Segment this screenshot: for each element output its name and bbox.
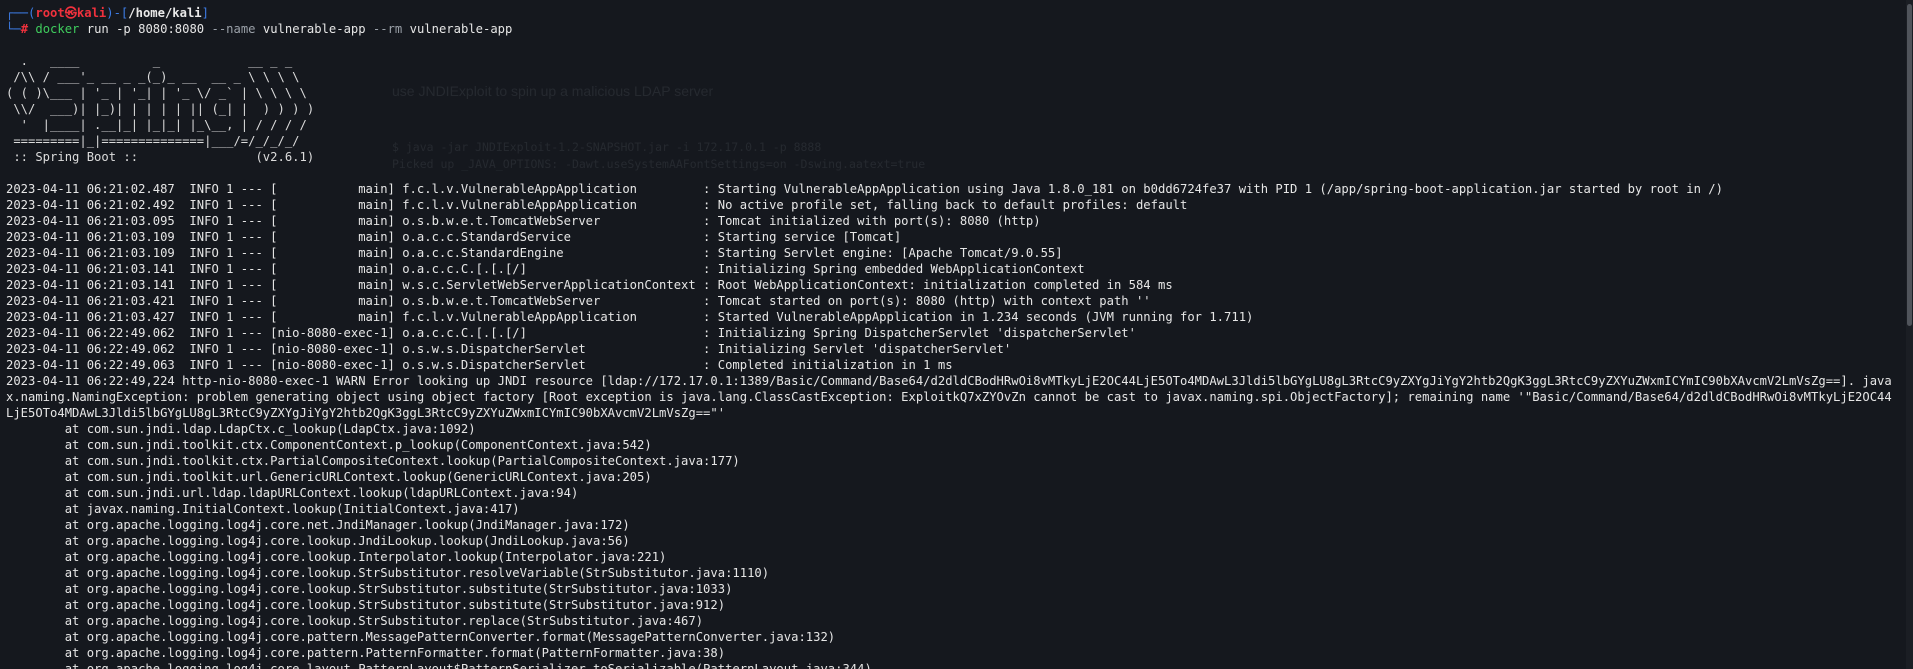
stack-trace-line: at org.apache.logging.log4j.core.layout.… (6, 662, 872, 669)
prompt-path: /home/kali (128, 6, 202, 20)
stack-trace-line: at com.sun.jndi.toolkit.ctx.ComponentCon… (6, 438, 652, 452)
banner-line: =========|_|==============|___/=/_/_/_/ (6, 134, 300, 148)
stack-trace-line: at javax.naming.InitialContext.lookup(In… (6, 502, 520, 516)
stack-trace-line: at org.apache.logging.log4j.core.pattern… (6, 646, 726, 660)
stack-trace-line: at org.apache.logging.log4j.core.lookup.… (6, 550, 667, 564)
banner-line: ' |____| .__|_| |_|_| |_\__, | / / / / (6, 118, 307, 132)
scrollbar-track[interactable] (1906, 0, 1913, 669)
banner-line: . ____ _ __ _ _ (6, 54, 293, 68)
log-line: 2023-04-11 06:22:49.062 INFO 1 --- [nio-… (6, 342, 1012, 356)
log-line: 2023-04-11 06:21:03.421 INFO 1 --- [ mai… (6, 294, 1151, 308)
log-output: 2023-04-11 06:21:02.487 INFO 1 --- [ mai… (6, 181, 1896, 373)
stack-trace-line: at org.apache.logging.log4j.core.lookup.… (6, 582, 733, 596)
banner-line: \\/ ___)| |_)| | | | | || (_| | ) ) ) ) (6, 102, 315, 116)
stack-trace-line: at org.apache.logging.log4j.core.lookup.… (6, 614, 704, 628)
stack-trace-line: at org.apache.logging.log4j.core.lookup.… (6, 534, 630, 548)
log-line: 2023-04-11 06:22:49.062 INFO 1 --- [nio-… (6, 326, 1136, 340)
banner-line: ( ( )\___ | '_ | '_| | '_ \/ _` | \ \ \ … (6, 86, 307, 100)
log-line: 2023-04-11 06:21:03.141 INFO 1 --- [ mai… (6, 262, 1085, 276)
stack-trace: at com.sun.jndi.ldap.LdapCtx.c_lookup(Ld… (6, 421, 1896, 669)
prompt-hash: # (20, 22, 36, 36)
command-line[interactable]: └─# docker run -p 8080:8080 --name vulne… (6, 21, 1896, 37)
prompt-frame-mid: )-[ (106, 6, 129, 20)
terminal-window[interactable]: use JNDIExploit to spin up a malicious L… (0, 0, 1913, 669)
stack-trace-line: at org.apache.logging.log4j.core.lookup.… (6, 566, 770, 580)
stack-trace-line: at com.sun.jndi.toolkit.url.GenericURLCo… (6, 470, 652, 484)
log-line: 2023-04-11 06:21:03.427 INFO 1 --- [ mai… (6, 310, 1254, 324)
log-line: 2023-04-11 06:22:49.063 INFO 1 --- [nio-… (6, 358, 953, 372)
prompt-frame-top: ┌──( (6, 6, 36, 20)
command-args: vulnerable-app (255, 22, 373, 36)
log-line: 2023-04-11 06:21:02.487 INFO 1 --- [ mai… (6, 182, 1723, 196)
command-flag-name: --name (211, 22, 256, 36)
banner-line: /\\ / ___'_ __ _ _(_)_ __ __ _ \ \ \ \ (6, 70, 300, 84)
log-line: 2023-04-11 06:21:03.095 INFO 1 --- [ mai… (6, 214, 1041, 228)
command-flag-rm: --rm (372, 22, 403, 36)
stack-trace-line: at org.apache.logging.log4j.core.lookup.… (6, 598, 726, 612)
command-args: vulnerable-app (402, 22, 513, 36)
stack-trace-line: at com.sun.jndi.url.ldap.ldapURLContext.… (6, 486, 579, 500)
prompt-user: root㉿kali (35, 6, 107, 20)
scrollbar-thumb[interactable] (1907, 4, 1912, 326)
log-line: 2023-04-11 06:21:03.109 INFO 1 --- [ mai… (6, 230, 902, 244)
command-args: run -p 8080:8080 (79, 22, 212, 36)
log-line: 2023-04-11 06:21:02.492 INFO 1 --- [ mai… (6, 198, 1188, 212)
stack-trace-line: at org.apache.logging.log4j.core.net.Jnd… (6, 518, 630, 532)
prompt-frame-bottom: └─ (6, 22, 21, 36)
command-binary: docker (35, 22, 80, 36)
banner-line: :: Spring Boot :: (v2.6.1) (6, 150, 315, 164)
stack-trace-line: at com.sun.jndi.ldap.LdapCtx.c_lookup(Ld… (6, 422, 476, 436)
stack-trace-line: at com.sun.jndi.toolkit.ctx.PartialCompo… (6, 454, 740, 468)
log-line: 2023-04-11 06:21:03.109 INFO 1 --- [ mai… (6, 246, 1063, 260)
terminal-output: ┌──(root㉿kali)-[/home/kali] └─# docker r… (6, 5, 1896, 669)
stack-trace-line: at org.apache.logging.log4j.core.pattern… (6, 630, 836, 644)
spring-boot-banner: . ____ _ __ _ _ /\\ / ___'_ __ _ _(_)_ _… (6, 53, 1896, 165)
warn-log-entry: 2023-04-11 06:22:49,224 http-nio-8080-ex… (6, 374, 1892, 420)
prompt-frame-end: ] (201, 6, 209, 20)
log-line: 2023-04-11 06:21:03.141 INFO 1 --- [ mai… (6, 278, 1173, 292)
prompt-line: ┌──(root㉿kali)-[/home/kali] (6, 5, 1896, 21)
